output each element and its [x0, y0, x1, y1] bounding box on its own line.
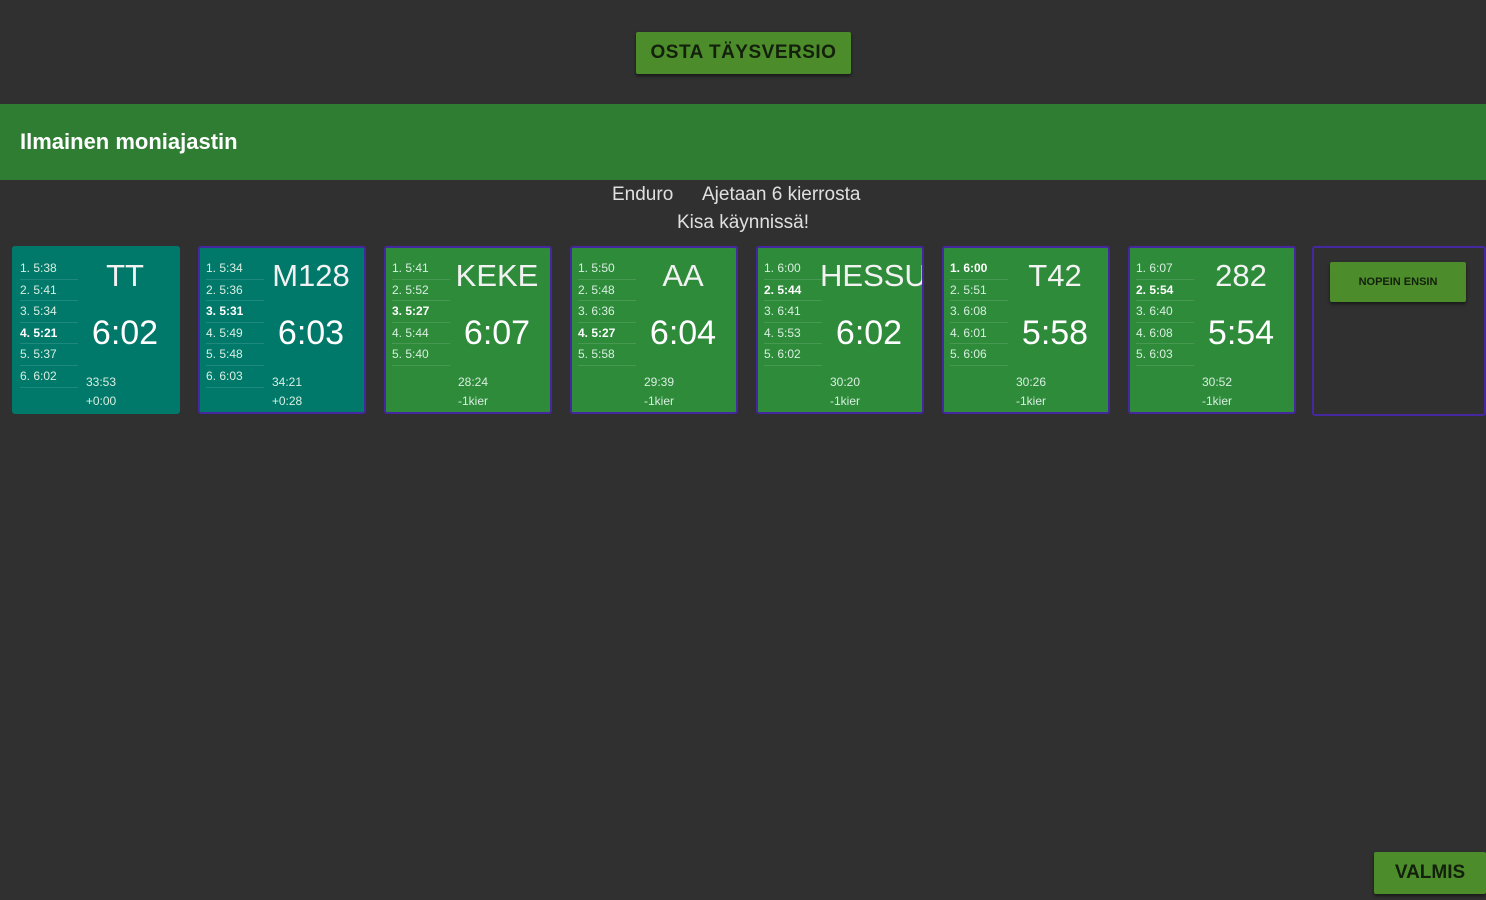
time-difference: -1kier: [457, 394, 488, 408]
lap-time: 5. 6:02: [764, 344, 822, 366]
lap-time: 5. 6:06: [950, 344, 1008, 366]
lap-time: 4. 5:53: [764, 323, 822, 345]
lap-time: 5. 5:48: [206, 344, 264, 366]
total-time: 30:26: [1015, 375, 1047, 389]
race-laps-info: Ajetaan 6 kierrosta: [702, 184, 861, 205]
lap-time: 3. 5:27: [392, 301, 450, 323]
lap-time: 5. 5:40: [392, 344, 450, 366]
rider-name: TT: [106, 258, 144, 293]
last-lap-time: 5:54: [1207, 314, 1275, 352]
lap-time: 3. 5:34: [20, 301, 78, 323]
lap-time: 2. 5:41: [20, 280, 78, 302]
app-title: Ilmainen moniajastin: [20, 129, 238, 154]
total-time: 33:53: [85, 375, 117, 389]
lap-time: 2. 5:52: [392, 280, 450, 302]
time-difference: +0:28: [271, 394, 303, 408]
rider-name: 282: [1215, 258, 1267, 293]
time-difference: +0:00: [85, 394, 117, 408]
lap-list: 1. 5:41 2. 5:52 3. 5:27 4. 5:44 5. 5:40: [392, 258, 450, 366]
time-difference: -1kier: [1015, 394, 1046, 408]
lap-time: 2. 5:54: [1136, 280, 1194, 302]
last-lap-time: 6:07: [463, 314, 531, 352]
lap-time: 1. 6:00: [950, 258, 1008, 280]
lap-time: 4. 5:49: [206, 323, 264, 345]
lap-time: 2. 5:36: [206, 280, 264, 302]
buy-full-version-button[interactable]: OSTA TÄYSVERSIO: [636, 32, 851, 74]
lap-time: 4. 5:27: [578, 323, 636, 345]
rider-name: HESSU: [820, 258, 924, 293]
race-type: Enduro: [612, 184, 674, 205]
lap-list: 1. 6:00 2. 5:44 3. 6:41 4. 5:53 5. 6:02: [764, 258, 822, 366]
lap-time: 5. 6:03: [1136, 344, 1194, 366]
lap-list: 1. 5:38 2. 5:41 3. 5:34 4. 5:21 5. 5:37 …: [20, 258, 78, 388]
lap-time: 3. 6:08: [950, 301, 1008, 323]
rider-card[interactable]: 1. 6:00 2. 5:44 3. 6:41 4. 5:53 5. 6:02 …: [756, 246, 924, 414]
rider-name: M128: [272, 258, 350, 293]
last-lap-time: 6:03: [277, 314, 345, 352]
lap-time: 1. 6:00: [764, 258, 822, 280]
time-difference: -1kier: [1201, 394, 1232, 408]
lap-list: 1. 5:50 2. 5:48 3. 6:36 4. 5:27 5. 5:58: [578, 258, 636, 366]
lap-time: 2. 5:48: [578, 280, 636, 302]
lap-time: 1. 5:41: [392, 258, 450, 280]
race-status: Kisa käynnissä!: [676, 212, 809, 233]
last-lap-time: 5:58: [1021, 314, 1089, 352]
last-lap-time: 6:02: [835, 314, 903, 352]
rider-card[interactable]: 1. 5:34 2. 5:36 3. 5:31 4. 5:49 5. 5:48 …: [198, 246, 366, 414]
lap-time: 1. 5:34: [206, 258, 264, 280]
rider-name: KEKE: [455, 258, 539, 293]
lap-time: 3. 6:36: [578, 301, 636, 323]
sort-fastest-first-button[interactable]: NOPEIN ENSIN: [1330, 262, 1466, 302]
rider-name: T42: [1028, 258, 1082, 293]
time-difference: -1kier: [643, 394, 674, 408]
app-bar: Ilmainen moniajastin: [0, 104, 1486, 180]
lap-time: 3. 5:31: [206, 301, 264, 323]
lap-time: 4. 5:44: [392, 323, 450, 345]
total-time: 29:39: [643, 375, 675, 389]
total-time: 28:24: [457, 375, 489, 389]
lap-list: 1. 5:34 2. 5:36 3. 5:31 4. 5:49 5. 5:48 …: [206, 258, 264, 388]
rider-card[interactable]: 1. 5:41 2. 5:52 3. 5:27 4. 5:44 5. 5:40 …: [384, 246, 552, 414]
rider-card[interactable]: 1. 5:50 2. 5:48 3. 6:36 4. 5:27 5. 5:58 …: [570, 246, 738, 414]
lap-time: 5. 5:58: [578, 344, 636, 366]
lap-time: 2. 5:51: [950, 280, 1008, 302]
lap-time: 1. 5:50: [578, 258, 636, 280]
lap-time: 1. 6:07: [1136, 258, 1194, 280]
last-lap-time: 6:04: [649, 314, 717, 352]
rider-card[interactable]: 1. 5:38 2. 5:41 3. 5:34 4. 5:21 5. 5:37 …: [12, 246, 180, 414]
lap-time: 5. 5:37: [20, 344, 78, 366]
time-difference: -1kier: [829, 394, 860, 408]
lap-list: 1. 6:00 2. 5:51 3. 6:08 4. 6:01 5. 6:06: [950, 258, 1008, 366]
total-time: 30:52: [1201, 375, 1233, 389]
rider-card[interactable]: 1. 6:00 2. 5:51 3. 6:08 4. 6:01 5. 6:06 …: [942, 246, 1110, 414]
done-button[interactable]: VALMIS: [1374, 852, 1486, 894]
rider-name: AA: [662, 258, 704, 293]
rider-card[interactable]: 1. 6:07 2. 5:54 3. 6:40 4. 6:08 5. 6:03 …: [1128, 246, 1296, 414]
total-time: 30:20: [829, 375, 861, 389]
sort-panel: NOPEIN ENSIN: [1312, 246, 1486, 416]
lap-time: 1. 5:38: [20, 258, 78, 280]
last-lap-time: 6:02: [91, 314, 159, 352]
total-time: 34:21: [271, 375, 303, 389]
lap-time: 2. 5:44: [764, 280, 822, 302]
lap-list: 1. 6:07 2. 5:54 3. 6:40 4. 6:08 5. 6:03: [1136, 258, 1194, 366]
lap-time: 3. 6:41: [764, 301, 822, 323]
lap-time: 4. 5:21: [20, 323, 78, 345]
lap-time: 4. 6:01: [950, 323, 1008, 345]
lap-time: 4. 6:08: [1136, 323, 1194, 345]
lap-time: 3. 6:40: [1136, 301, 1194, 323]
